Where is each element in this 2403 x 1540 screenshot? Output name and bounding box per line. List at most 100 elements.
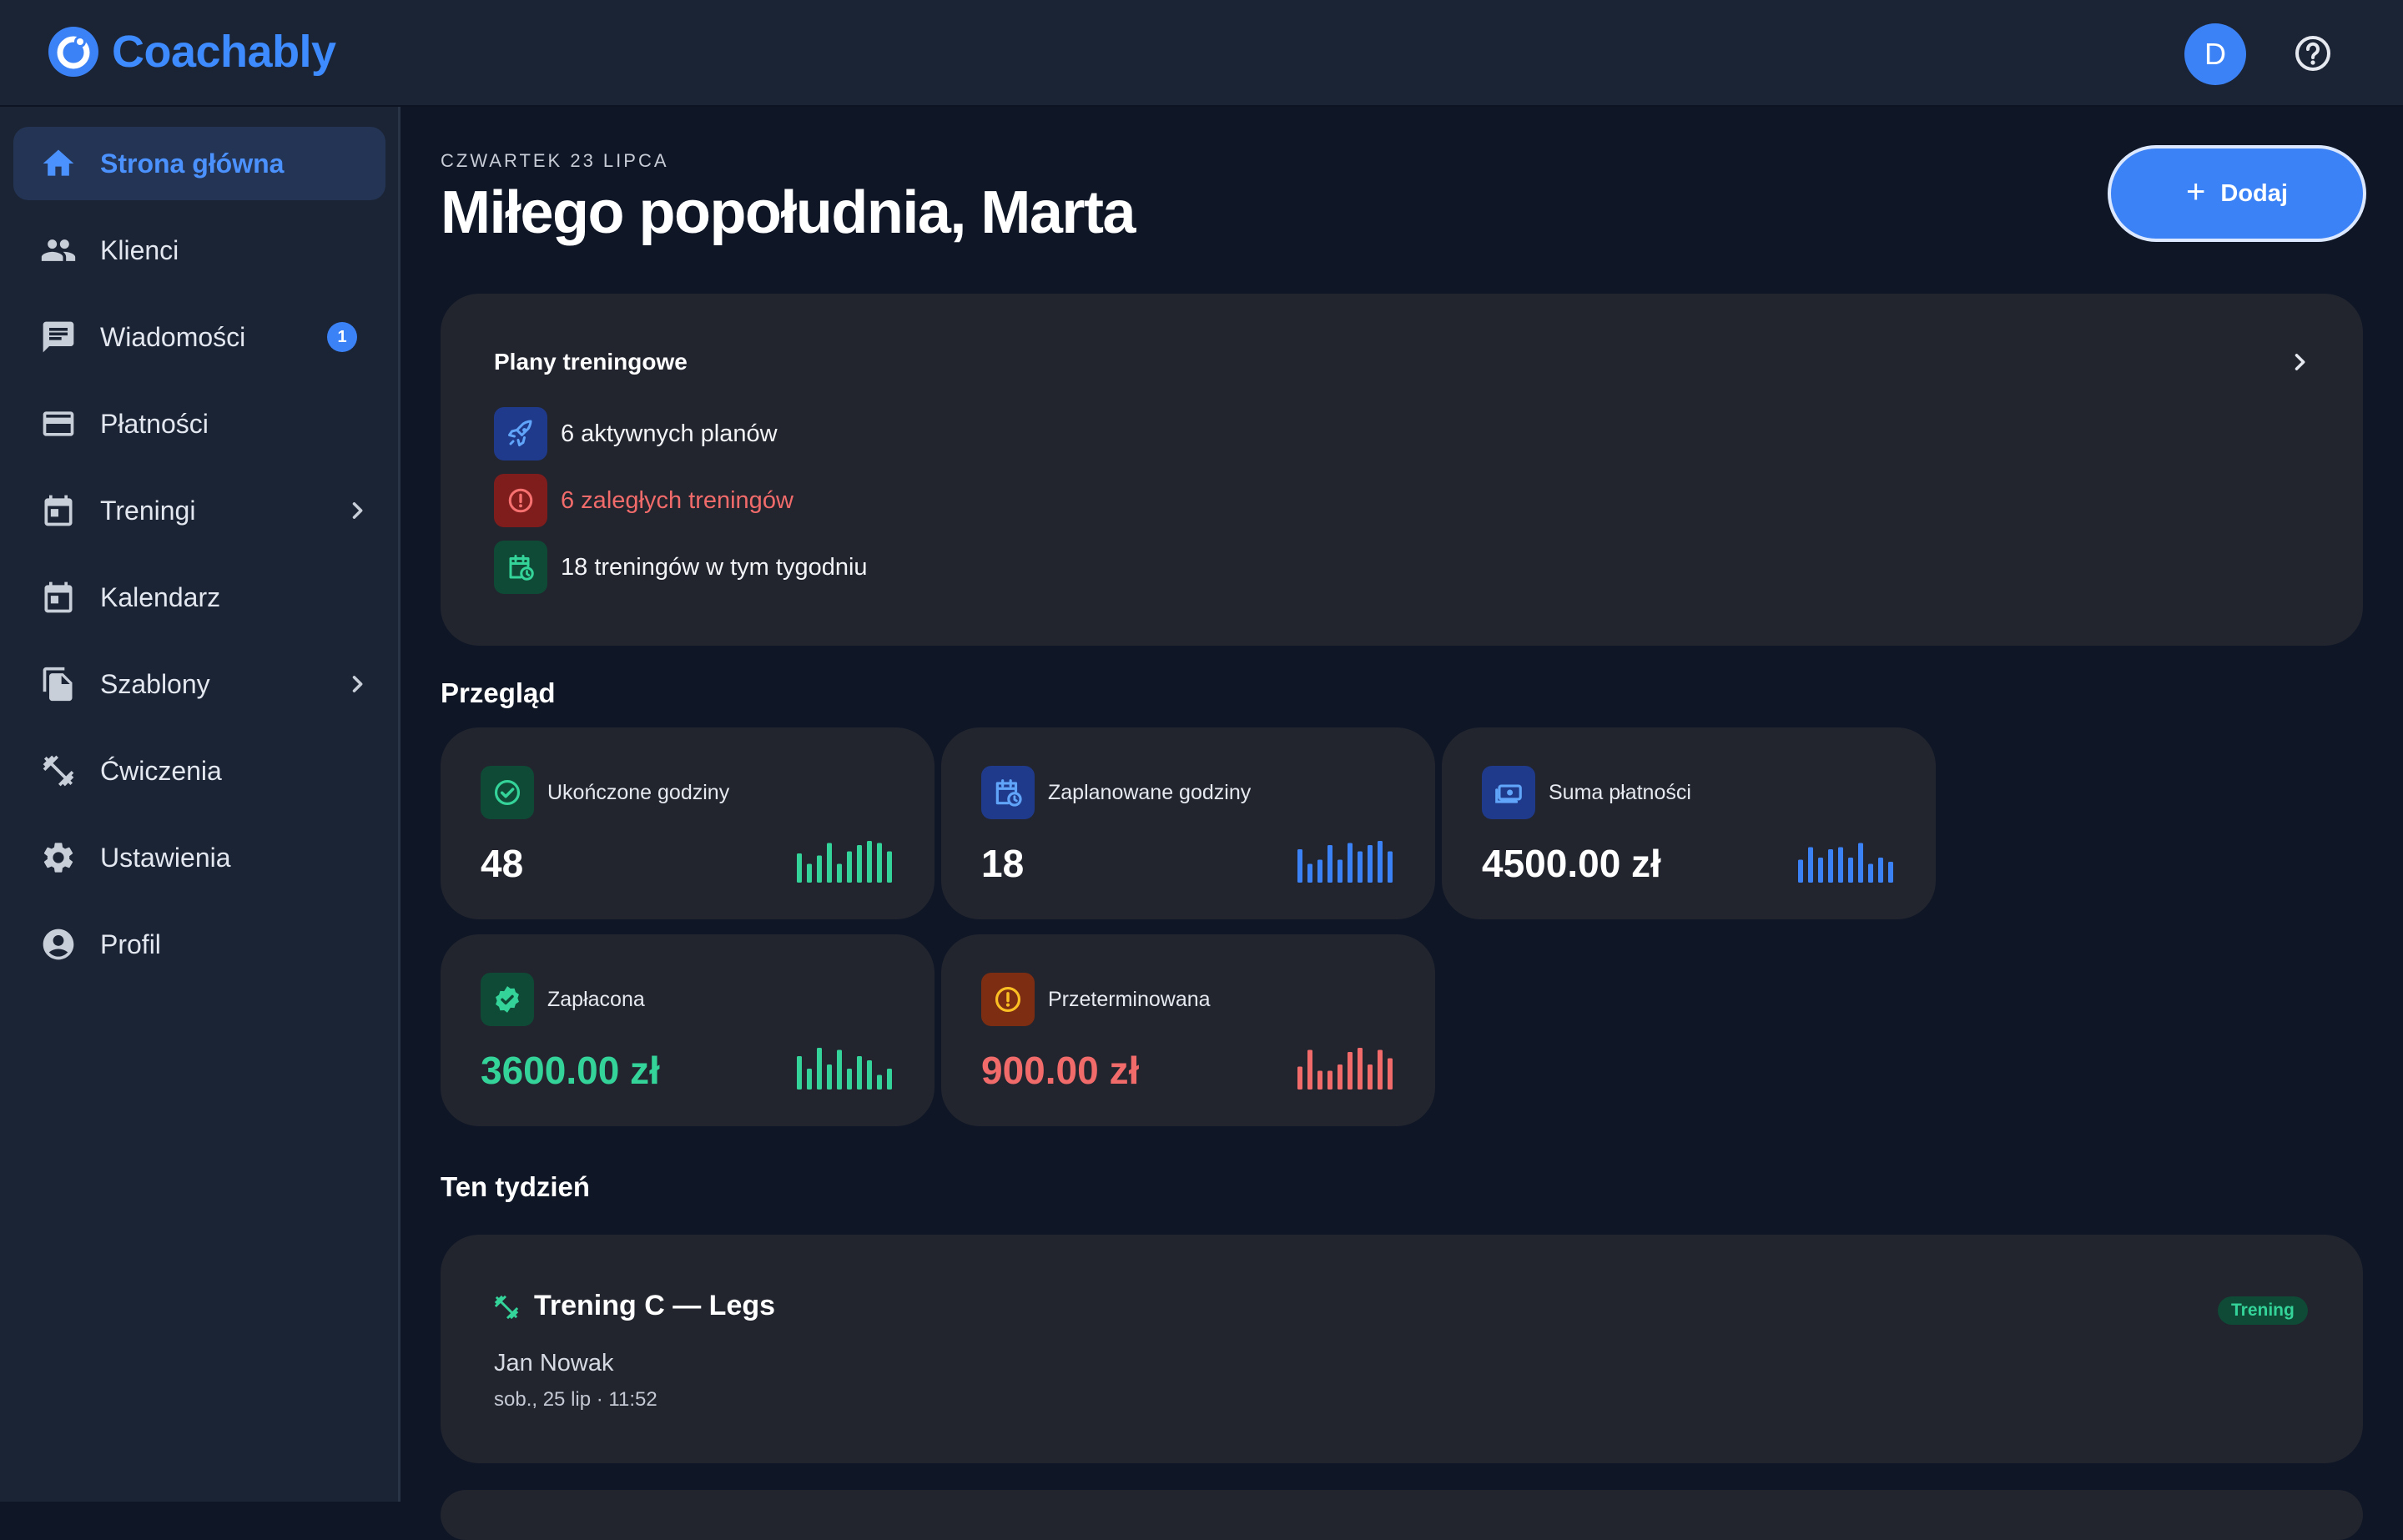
week-trainings-row[interactable]: 18 treningów w tym tygodniu (494, 541, 868, 594)
sidebar-item-calendar[interactable]: Kalendarz (13, 561, 385, 634)
stat-value: 4500.00 zł (1482, 842, 1661, 885)
event-card[interactable]: Trening C — Legs Jan Nowak sob., 25 lip … (441, 1235, 2363, 1463)
sidebar-item-templates[interactable]: Szablony (13, 647, 385, 721)
verified-badge-icon (481, 973, 534, 1026)
cash-icon (1482, 766, 1535, 819)
current-date: CZWARTEK 23 LIPCA (441, 150, 669, 171)
sparkline-bar (1358, 851, 1363, 883)
sparkline-bar (1338, 1064, 1343, 1090)
planned-hours-card[interactable]: Zaplanowane godziny 18 (941, 727, 1435, 919)
event-type-badge: Trening (2218, 1296, 2308, 1325)
plan-stat-text: 18 treningów w tym tygodniu (561, 553, 868, 581)
stat-value: 3600.00 zł (481, 1049, 660, 1092)
sidebar-item-profile[interactable]: Profil (13, 908, 385, 981)
sparkline-bar (1338, 859, 1343, 883)
sparkline-chart (1297, 841, 1393, 883)
alert-circle-icon (494, 474, 547, 527)
sparkline-bar (1818, 858, 1823, 883)
overdue-trainings-row[interactable]: 6 zaległych treningów (494, 474, 793, 527)
payments-total-card[interactable]: Suma płatności 4500.00 zł (1442, 727, 1936, 919)
rocket-icon (494, 407, 547, 460)
chat-icon (43, 321, 74, 353)
chevron-right-icon[interactable] (2288, 350, 2311, 374)
sidebar-item-exercises[interactable]: Ćwiczenia (13, 734, 385, 808)
sparkline-bar (1868, 863, 1873, 883)
sparkline-bar (1317, 859, 1322, 883)
brand-name: Coachably (112, 27, 336, 77)
stat-label: Suma płatności (1549, 781, 1691, 804)
sparkline-bar (837, 1049, 842, 1090)
sparkline-bar (807, 863, 812, 883)
sidebar: Strona główna Klienci Wiadomości 1 Płatn… (0, 107, 400, 1502)
sidebar-item-label: Treningi (100, 495, 196, 526)
sparkline-bar (797, 1056, 802, 1090)
event-client: Jan Nowak (494, 1350, 614, 1376)
sparkline-bar (1378, 1049, 1383, 1090)
sparkline-bar (1388, 851, 1393, 883)
stat-value: 18 (981, 842, 1025, 885)
stat-label: Przeterminowana (1048, 988, 1211, 1011)
sparkline-bar (1798, 859, 1803, 883)
paid-card[interactable]: Zapłacona 3600.00 zł (441, 934, 934, 1126)
sidebar-item-label: Strona główna (100, 148, 285, 179)
sparkline-bar (867, 1060, 872, 1090)
sidebar-item-home[interactable]: Strona główna (13, 127, 385, 200)
add-button[interactable]: + Dodaj (2108, 145, 2366, 242)
brand-logo[interactable]: Coachably (47, 25, 336, 78)
calendar-clock-icon (494, 541, 547, 594)
sparkline-bar (1348, 843, 1353, 883)
sparkline-bar (1888, 862, 1893, 883)
active-plans-row[interactable]: 6 aktywnych planów (494, 407, 778, 460)
sparkline-bar (847, 1069, 852, 1090)
sparkline-bar (817, 1048, 822, 1090)
sidebar-item-settings[interactable]: Ustawienia (13, 821, 385, 894)
sparkline-bar (847, 851, 852, 883)
sparkline-bar (1378, 841, 1383, 883)
event-card[interactable] (441, 1490, 2363, 1540)
sidebar-item-label: Ćwiczenia (100, 755, 222, 786)
sparkline-bar (877, 843, 882, 883)
sidebar-item-messages[interactable]: Wiadomości 1 (13, 300, 385, 374)
plus-icon: + (2186, 174, 2206, 210)
sparkline-bar (1307, 863, 1312, 883)
sparkline-bar (1388, 1058, 1393, 1090)
training-plans-card[interactable]: Plany treningowe 6 aktywnych planów 6 za… (441, 294, 2363, 646)
calendar-icon (44, 495, 73, 526)
sidebar-item-label: Szablony (100, 668, 210, 699)
help-icon[interactable] (2293, 33, 2333, 73)
overview-heading: Przegląd (441, 677, 556, 708)
account-icon (43, 929, 74, 960)
user-avatar[interactable]: D (2184, 23, 2246, 85)
sidebar-item-trainings[interactable]: Treningi (13, 474, 385, 547)
sidebar-item-label: Kalendarz (100, 581, 221, 612)
sparkline-bar (1307, 1049, 1312, 1090)
sidebar-item-label: Płatności (100, 408, 209, 439)
sparkline-bar (1828, 849, 1833, 883)
overdue-card[interactable]: Przeterminowana 900.00 zł (941, 934, 1435, 1126)
sidebar-item-clients[interactable]: Klienci (13, 214, 385, 287)
alert-circle-icon (981, 973, 1035, 1026)
sparkline-bar (857, 845, 862, 883)
sparkline-bar (887, 851, 892, 883)
completed-hours-card[interactable]: Ukończone godziny 48 (441, 727, 934, 919)
plan-stat-text: 6 aktywnych planów (561, 420, 778, 447)
sidebar-item-label: Wiadomości (100, 321, 246, 352)
sparkline-bar (797, 853, 802, 883)
sparkline-bar (887, 1069, 892, 1090)
sparkline-bar (1858, 843, 1863, 883)
event-title: Trening C — Legs (534, 1290, 776, 1321)
event-time: sob., 25 lip · 11:52 (494, 1388, 657, 1411)
gear-icon (43, 843, 73, 873)
sparkline-bar (1368, 845, 1373, 883)
dumbbell-icon (43, 755, 74, 787)
top-bar: Coachably D (0, 0, 2403, 107)
check-circle-icon (481, 766, 534, 819)
card-title: Plany treningowe (494, 349, 688, 375)
sparkline-chart (797, 841, 892, 883)
sidebar-item-payments[interactable]: Płatności (13, 387, 385, 460)
stat-label: Zapłacona (547, 988, 645, 1011)
calendar-clock-icon (981, 766, 1035, 819)
sparkline-chart (1798, 843, 1893, 883)
files-icon (43, 667, 73, 702)
this-week-heading: Ten tydzień (441, 1171, 591, 1202)
